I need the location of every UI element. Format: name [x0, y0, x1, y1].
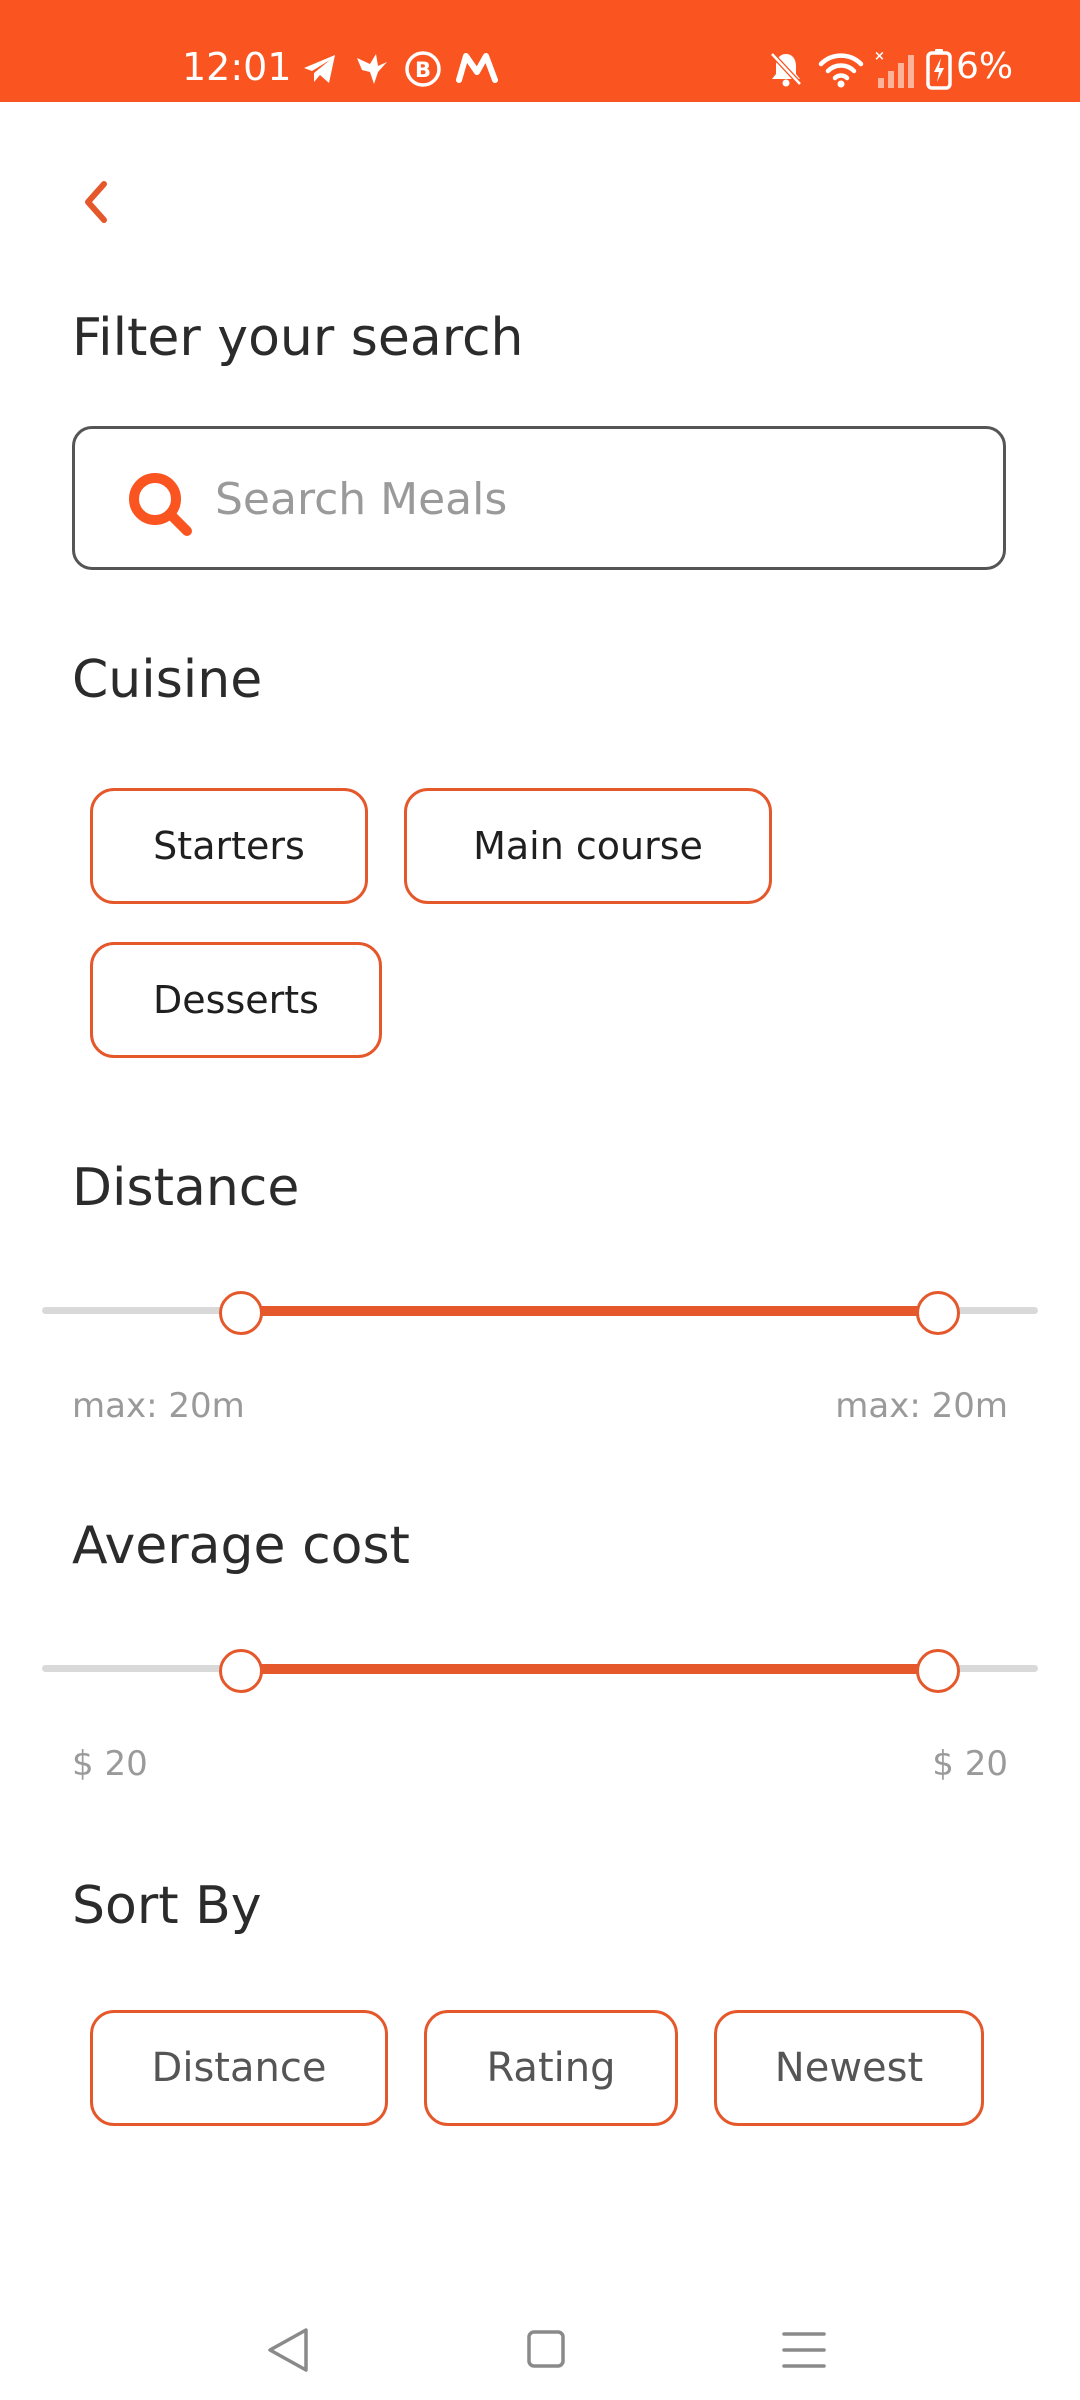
- average-cost-min-label: $ 20: [72, 1744, 148, 1784]
- distance-max-thumb[interactable]: [916, 1291, 961, 1335]
- svg-text:B: B: [415, 58, 431, 82]
- slider-range-fill: [241, 1664, 939, 1674]
- average-cost-max-label: $ 20: [932, 1744, 1008, 1784]
- chevron-left-icon: [85, 181, 107, 223]
- signal-icon: ×: [874, 49, 914, 88]
- cuisine-chip-starters[interactable]: Starters: [90, 788, 368, 904]
- b-circle-icon: B: [405, 51, 441, 87]
- sort-chip-rating[interactable]: Rating: [424, 2010, 678, 2126]
- average-cost-min-thumb[interactable]: [219, 1649, 264, 1693]
- wifi-icon: [818, 53, 864, 88]
- bird-icon: [357, 54, 387, 84]
- telegram-icon: [304, 55, 335, 83]
- sort-chip-newest[interactable]: Newest: [714, 2010, 984, 2126]
- distance-max-label: max: 20m: [835, 1386, 1008, 1426]
- distance-slider[interactable]: [42, 1285, 1038, 1335]
- average-cost-heading: Average cost: [72, 1516, 410, 1576]
- average-cost-max-thumb[interactable]: [916, 1649, 961, 1693]
- battery-percentage: 6%: [956, 46, 1014, 87]
- average-cost-slider[interactable]: [42, 1643, 1038, 1693]
- page-title: Filter your search: [72, 308, 524, 368]
- status-bar: 12:01 B × 6%: [0, 0, 1080, 102]
- sort-chip-distance[interactable]: Distance: [90, 2010, 388, 2126]
- status-time: 12:01: [182, 45, 292, 89]
- cuisine-chip-desserts[interactable]: Desserts: [90, 942, 382, 1058]
- cuisine-chip-main-course[interactable]: Main course: [404, 788, 772, 904]
- search-box[interactable]: [72, 426, 1006, 570]
- bell-off-icon: [770, 52, 802, 87]
- recents-menu-icon[interactable]: [764, 2310, 844, 2390]
- system-nav-bar: [0, 2290, 1080, 2400]
- distance-min-label: max: 20m: [72, 1386, 245, 1426]
- search-input[interactable]: [215, 459, 955, 539]
- home-square-icon[interactable]: [506, 2310, 586, 2390]
- battery-charging-icon: [926, 49, 952, 90]
- svg-text:×: ×: [874, 49, 885, 64]
- back-triangle-icon[interactable]: [248, 2310, 328, 2390]
- back-button[interactable]: [66, 166, 130, 238]
- cuisine-heading: Cuisine: [72, 650, 263, 710]
- search-icon: [129, 473, 192, 536]
- sort-by-heading: Sort By: [72, 1876, 262, 1936]
- m-logo-icon: [456, 53, 498, 83]
- slider-range-fill: [241, 1306, 939, 1316]
- distance-heading: Distance: [72, 1158, 300, 1218]
- distance-min-thumb[interactable]: [219, 1291, 264, 1335]
